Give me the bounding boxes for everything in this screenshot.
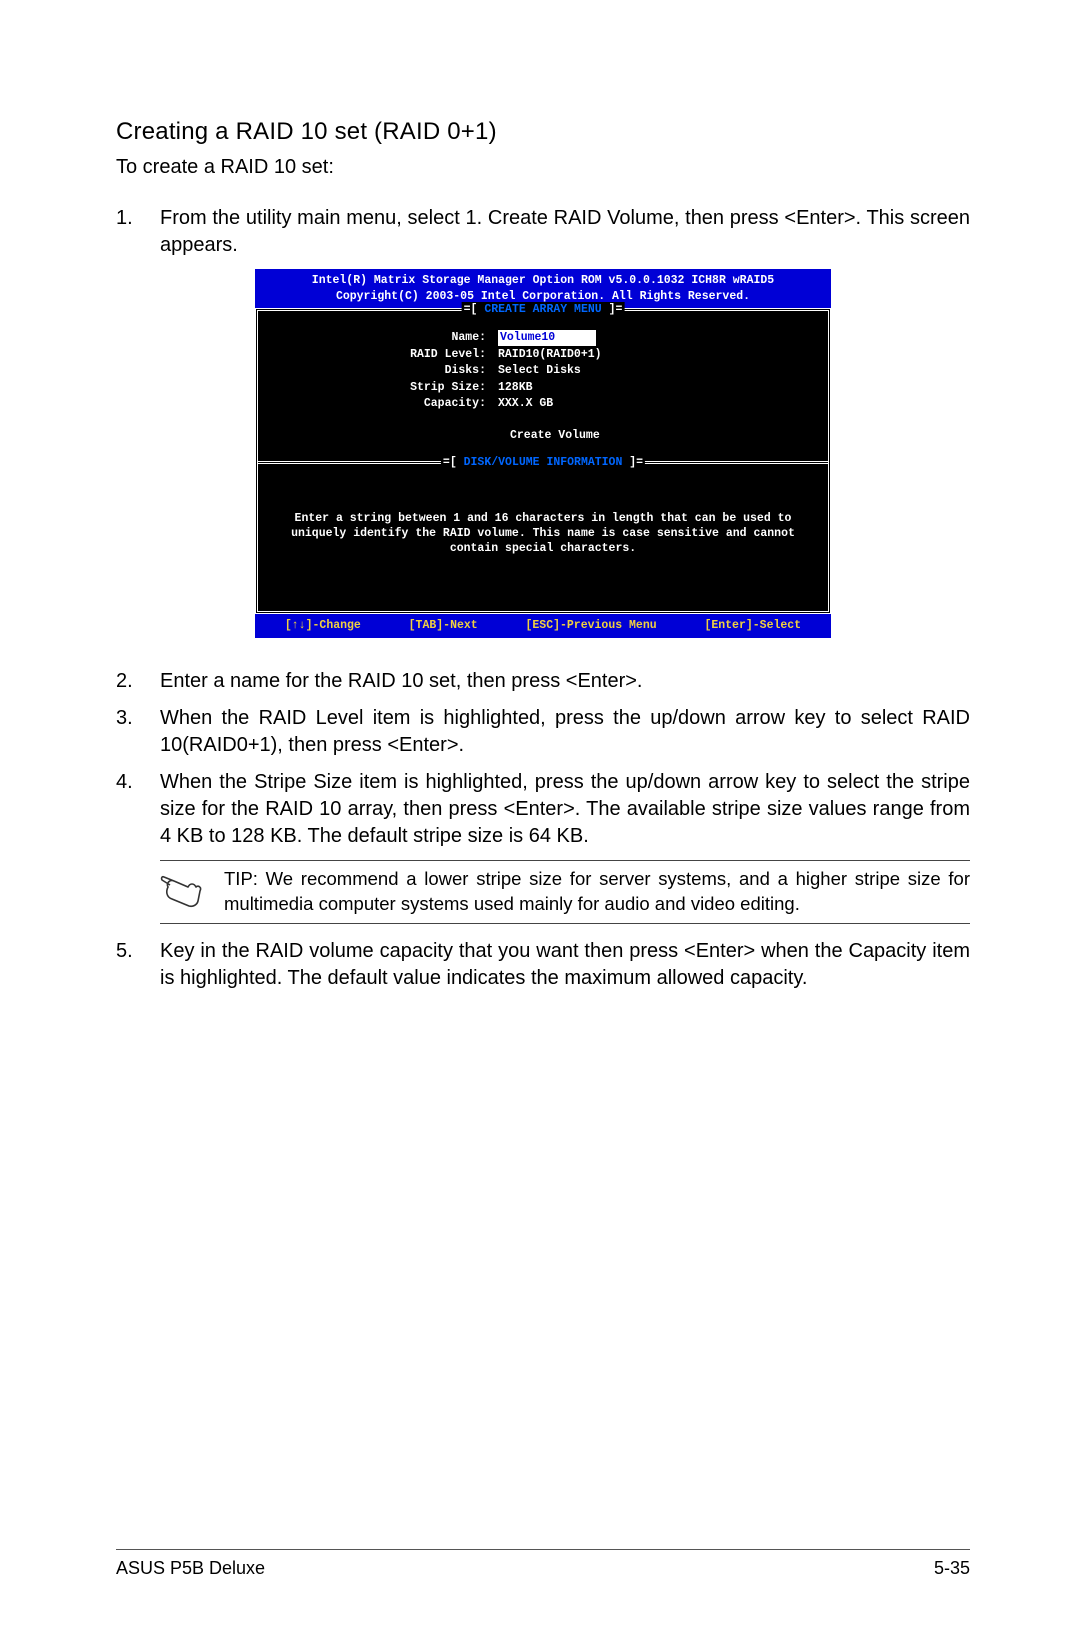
bios-screenshot: Intel(R) Matrix Storage Manager Option R…: [255, 269, 831, 638]
info-help-text: Enter a string between 1 and 16 characte…: [268, 474, 818, 557]
step-4: 4. When the Stripe Size item is highligh…: [116, 769, 970, 850]
create-array-menu: =[ CREATE ARRAY MENU ]= Name: Volume10 R…: [258, 311, 828, 461]
bios-footer-keys: [↑↓]-Change [TAB]-Next [ESC]-Previous Me…: [255, 614, 831, 638]
raid-level-value[interactable]: RAID10(RAID0+1): [498, 347, 602, 363]
name-label: Name:: [268, 330, 498, 346]
step-2: 2. Enter a name for the RAID 10 set, the…: [116, 668, 970, 695]
tip-text: TIP: We recommend a lower stripe size fo…: [224, 867, 970, 917]
key-change: [↑↓]-Change: [285, 618, 361, 634]
footer-product: ASUS P5B Deluxe: [116, 1558, 265, 1579]
capacity-value[interactable]: XXX.X GB: [498, 396, 553, 412]
disks-label: Disks:: [268, 363, 498, 379]
capacity-label: Capacity:: [268, 396, 498, 412]
info-title: =[ DISK/VOLUME INFORMATION ]=: [441, 455, 645, 471]
disks-value[interactable]: Select Disks: [498, 363, 581, 379]
footer-page-number: 5-35: [934, 1558, 970, 1579]
step-text: From the utility main menu, select 1. Cr…: [160, 205, 970, 259]
step-number: 3.: [116, 705, 160, 759]
raid-level-label: RAID Level:: [268, 347, 498, 363]
strip-size-label: Strip Size:: [268, 380, 498, 396]
page-footer: ASUS P5B Deluxe 5-35: [116, 1549, 970, 1579]
create-volume-action[interactable]: Create Volume: [268, 428, 818, 444]
key-previous: [ESC]-Previous Menu: [526, 618, 657, 634]
step-1: 1. From the utility main menu, select 1.…: [116, 205, 970, 259]
disk-volume-info: =[ DISK/VOLUME INFORMATION ]= Enter a st…: [258, 461, 828, 611]
step-text: When the RAID Level item is highlighted,…: [160, 705, 970, 759]
step-number: 1.: [116, 205, 160, 259]
key-select: [Enter]-Select: [704, 618, 801, 634]
step-5: 5. Key in the RAID volume capacity that …: [116, 938, 970, 992]
intro-text: To create a RAID 10 set:: [116, 156, 970, 179]
step-3: 3. When the RAID Level item is highlight…: [116, 705, 970, 759]
section-heading: Creating a RAID 10 set (RAID 0+1): [116, 118, 970, 146]
step-text: Enter a name for the RAID 10 set, then p…: [160, 668, 970, 695]
name-input[interactable]: Volume10: [498, 330, 596, 346]
step-number: 4.: [116, 769, 160, 850]
hand-pointing-icon: [160, 867, 210, 914]
step-text: Key in the RAID volume capacity that you…: [160, 938, 970, 992]
tip-callout: TIP: We recommend a lower stripe size fo…: [160, 860, 970, 924]
step-text: When the Stripe Size item is highlighted…: [160, 769, 970, 850]
bios-title-line1: Intel(R) Matrix Storage Manager Option R…: [257, 273, 829, 289]
step-number: 5.: [116, 938, 160, 992]
key-next: [TAB]-Next: [409, 618, 478, 634]
step-number: 2.: [116, 668, 160, 695]
strip-size-value[interactable]: 128KB: [498, 380, 533, 396]
menu-title: =[ CREATE ARRAY MENU ]=: [462, 302, 625, 318]
